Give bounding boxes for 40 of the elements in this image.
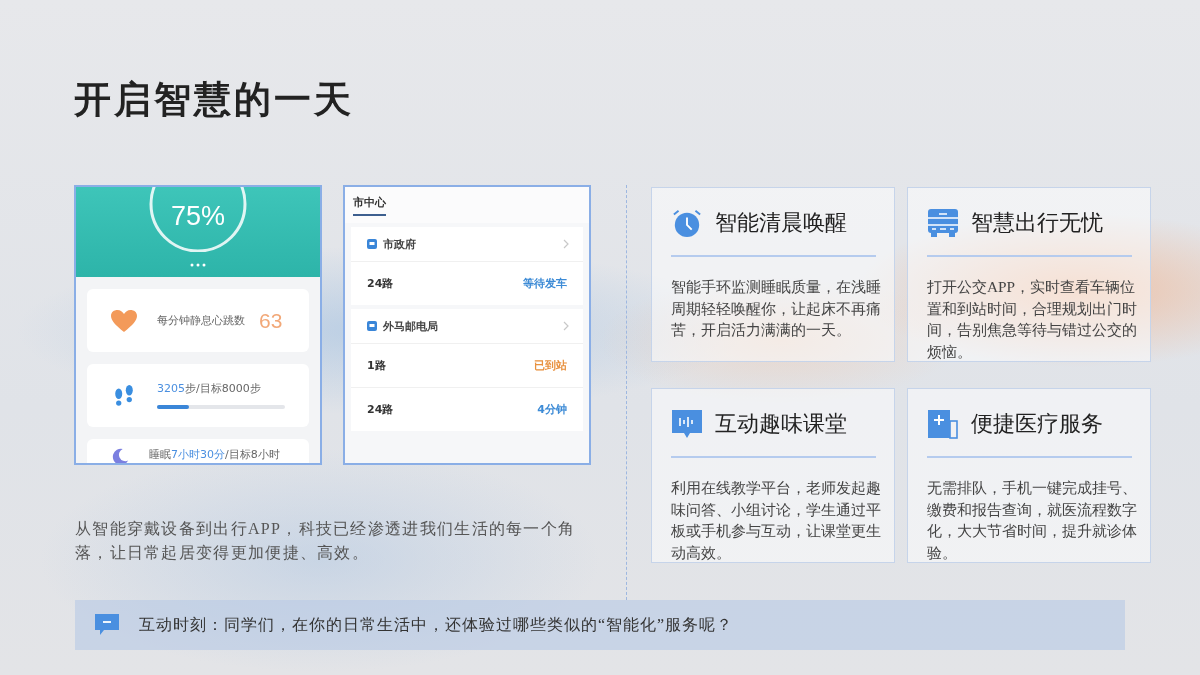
heart-icon (111, 309, 137, 332)
chat-bubble-icon (95, 614, 119, 636)
metric-text: 步/目标8000步 (185, 382, 261, 395)
feature-description: 利用在线教学平台，老师发起趣味问答、小组讨论，学生通过平板或手机参与互动，让课堂更生动高效。 (671, 478, 882, 563)
feature-description: 智能手环监测睡眠质量，在浅睡周期轻轻唤醒你，让起床不再痛苦，开启活力满满的一天。 (671, 277, 882, 340)
feature-title: 智慧出行无忧 (971, 209, 1103, 237)
moon-icon (111, 448, 129, 463)
metric-text: 3205 (157, 382, 185, 395)
bus-stop-icon (367, 239, 377, 249)
prompt-text: 互动时刻：同学们，在你的日常生活中，还体验过哪些类似的“智能化”服务呢？ (139, 614, 734, 635)
metric-text: 睡眠 (149, 448, 171, 461)
metric-text: 7小时30分 (171, 448, 225, 461)
stop-name: 外马邮电局 (383, 318, 439, 334)
feature-title: 智能清晨唤醒 (715, 209, 847, 237)
route-name: 24路 (367, 402, 394, 417)
medical-cross-icon (927, 409, 959, 439)
chat-waveform-icon (671, 409, 703, 439)
bus-icon (927, 208, 959, 238)
feature-description: 打开公交APP，实时查看车辆位置和到站时间，合理规划出门时间，告别焦急等待与错过公交的烦恼。 (927, 277, 1138, 362)
feature-title: 互动趣味课堂 (715, 410, 847, 438)
pager-dots-icon (190, 263, 206, 267)
route-status: 已到站 (534, 358, 567, 373)
route-status: 4分钟 (537, 402, 567, 417)
route-status: 等待发车 (523, 276, 567, 291)
slide-title: 开启智慧的一天 (74, 78, 354, 122)
metric-text: /目标8小时 (225, 448, 280, 461)
chevron-icon[interactable] (563, 321, 569, 331)
ring-reading: 75% (170, 200, 225, 232)
metric-text: 每分钟静息心跳数 (157, 313, 245, 327)
route-name: 24路 (367, 276, 394, 291)
alarm-clock-icon (671, 208, 703, 238)
feature-title: 便捷医疗服务 (971, 410, 1103, 438)
intro-paragraph: 从智能穿戴设备到出行APP，科技已经渗透进我们生活的每一个角落，让日常起居变得更加便捷、高效。 (75, 519, 577, 563)
feature-description: 无需排队，手机一键完成挂号、缴费和报告查询，就医流程数字化，大大节省时间，提升就诊体验。 (927, 478, 1138, 563)
app-tab[interactable]: 市中心 (353, 194, 386, 216)
chevron-icon[interactable] (563, 239, 569, 249)
stop-name: 市政府 (383, 236, 417, 252)
bus-stop-icon (367, 321, 377, 331)
route-name: 1路 (367, 358, 386, 373)
metric-value: 63 (259, 308, 283, 333)
